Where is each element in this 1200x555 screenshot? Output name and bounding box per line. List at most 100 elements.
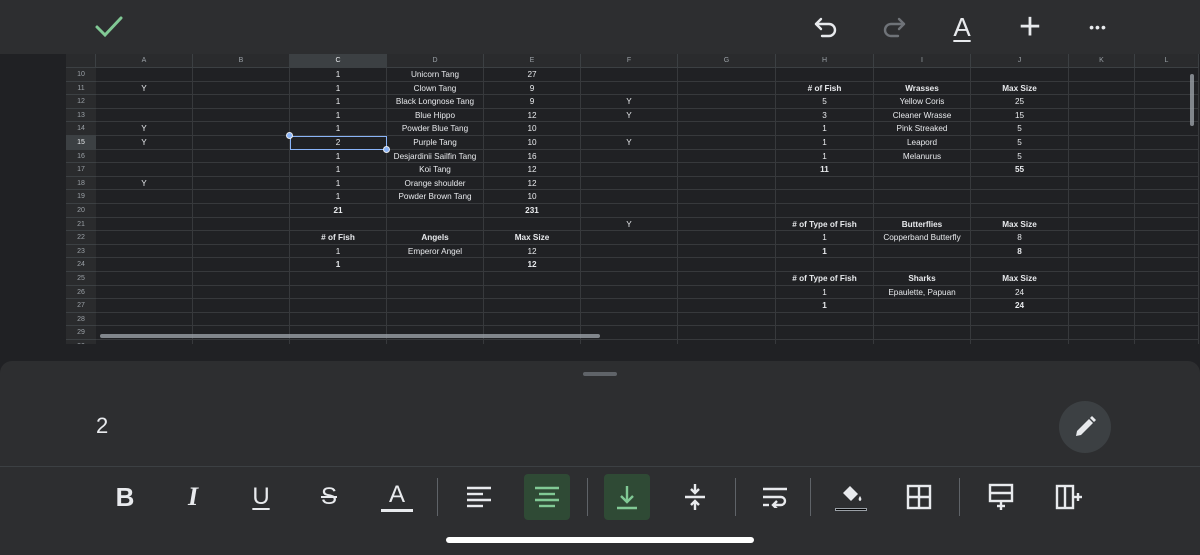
cell-e28[interactable] bbox=[484, 312, 581, 327]
cell-h25[interactable]: # of Type of Fish bbox=[776, 271, 874, 286]
cell-e11[interactable]: 9 bbox=[484, 81, 581, 96]
row-number-14[interactable]: 14 bbox=[66, 122, 96, 136]
cell-h27[interactable]: 1 bbox=[776, 299, 874, 313]
cell-i29[interactable] bbox=[874, 326, 971, 340]
cell-d16[interactable]: Desjardinii Sailfin Tang bbox=[387, 149, 484, 164]
cell-g30[interactable] bbox=[678, 339, 776, 344]
cell-g21[interactable] bbox=[678, 217, 776, 232]
cell-a22[interactable] bbox=[96, 231, 193, 245]
cell-j24[interactable] bbox=[971, 258, 1069, 272]
redo-icon[interactable] bbox=[877, 10, 911, 44]
cell-h28[interactable] bbox=[776, 312, 874, 327]
row-number-30[interactable]: 30 bbox=[66, 339, 96, 344]
cell-c28[interactable] bbox=[290, 312, 387, 327]
cell-a13[interactable] bbox=[96, 108, 193, 123]
cell-c11[interactable]: 1 bbox=[290, 81, 387, 96]
cell-e13[interactable]: 12 bbox=[484, 108, 581, 123]
cell-i11[interactable]: Wrasses bbox=[874, 81, 971, 96]
cell-c18[interactable]: 1 bbox=[290, 176, 387, 191]
cell-a19[interactable] bbox=[96, 190, 193, 204]
cell-k13[interactable] bbox=[1069, 108, 1135, 123]
cell-e27[interactable] bbox=[484, 299, 581, 313]
cell-f21[interactable]: Y bbox=[581, 217, 678, 232]
cell-e23[interactable]: 12 bbox=[484, 244, 581, 259]
cell-f24[interactable] bbox=[581, 258, 678, 272]
cell-g12[interactable] bbox=[678, 95, 776, 109]
cell-k24[interactable] bbox=[1069, 258, 1135, 272]
cell-e15[interactable]: 10 bbox=[484, 135, 581, 150]
cell-j21[interactable]: Max Size bbox=[971, 217, 1069, 232]
cell-j30[interactable] bbox=[971, 339, 1069, 344]
cell-e24[interactable]: 12 bbox=[484, 258, 581, 272]
cell-f17[interactable] bbox=[581, 163, 678, 177]
cell-g15[interactable] bbox=[678, 135, 776, 150]
row-number-15[interactable]: 15 bbox=[66, 135, 96, 150]
cell-f22[interactable] bbox=[581, 231, 678, 245]
cell-k15[interactable] bbox=[1069, 135, 1135, 150]
cell-d23[interactable]: Emperor Angel bbox=[387, 244, 484, 259]
cell-f20[interactable] bbox=[581, 203, 678, 218]
cell-b11[interactable] bbox=[193, 81, 290, 96]
cell-j10[interactable] bbox=[971, 68, 1069, 82]
cell-h26[interactable]: 1 bbox=[776, 285, 874, 300]
cell-e25[interactable] bbox=[484, 271, 581, 286]
cell-h10[interactable] bbox=[776, 68, 874, 82]
cell-a15[interactable]: Y bbox=[96, 135, 193, 150]
column-header-d[interactable]: D bbox=[387, 54, 484, 67]
cell-k23[interactable] bbox=[1069, 244, 1135, 259]
cell-d17[interactable]: Koi Tang bbox=[387, 163, 484, 177]
row-number-28[interactable]: 28 bbox=[66, 312, 96, 327]
cell-j19[interactable] bbox=[971, 190, 1069, 204]
cell-h20[interactable] bbox=[776, 203, 874, 218]
cell-a10[interactable] bbox=[96, 68, 193, 82]
column-header-a[interactable]: A bbox=[96, 54, 193, 67]
cell-b16[interactable] bbox=[193, 149, 290, 164]
cell-e16[interactable]: 16 bbox=[484, 149, 581, 164]
cell-j27[interactable]: 24 bbox=[971, 299, 1069, 313]
cell-c13[interactable]: 1 bbox=[290, 108, 387, 123]
cell-g28[interactable] bbox=[678, 312, 776, 327]
cell-d12[interactable]: Black Longnose Tang bbox=[387, 95, 484, 109]
cell-f25[interactable] bbox=[581, 271, 678, 286]
cell-i13[interactable]: Cleaner Wrasse bbox=[874, 108, 971, 123]
cell-b24[interactable] bbox=[193, 258, 290, 272]
cell-c21[interactable] bbox=[290, 217, 387, 232]
cell-b25[interactable] bbox=[193, 271, 290, 286]
cell-i28[interactable] bbox=[874, 312, 971, 327]
cell-a21[interactable] bbox=[96, 217, 193, 232]
row-number-22[interactable]: 22 bbox=[66, 231, 96, 245]
underline-button[interactable]: U bbox=[238, 474, 284, 520]
cell-l28[interactable] bbox=[1135, 312, 1199, 327]
row-number-19[interactable]: 19 bbox=[66, 190, 96, 204]
italic-button[interactable]: I bbox=[170, 474, 216, 520]
cell-c14[interactable]: 1 bbox=[290, 122, 387, 136]
cell-value-display[interactable]: 2 bbox=[96, 413, 108, 439]
cell-i22[interactable]: Copperband Butterfly bbox=[874, 231, 971, 245]
row-number-10[interactable]: 10 bbox=[66, 68, 96, 82]
column-header-h[interactable]: H bbox=[776, 54, 874, 67]
cell-i15[interactable]: Leapord bbox=[874, 135, 971, 150]
cell-e18[interactable]: 12 bbox=[484, 176, 581, 191]
cell-h18[interactable] bbox=[776, 176, 874, 191]
cell-j25[interactable]: Max Size bbox=[971, 271, 1069, 286]
horizontal-scrollbar[interactable] bbox=[100, 334, 600, 338]
cell-b15[interactable] bbox=[193, 135, 290, 150]
row-number-26[interactable]: 26 bbox=[66, 285, 96, 300]
cell-l20[interactable] bbox=[1135, 203, 1199, 218]
align-middle-icon[interactable] bbox=[672, 474, 718, 520]
cell-c15[interactable]: 2 bbox=[290, 135, 387, 150]
cell-b12[interactable] bbox=[193, 95, 290, 109]
column-header-b[interactable]: B bbox=[193, 54, 290, 67]
cell-k30[interactable] bbox=[1069, 339, 1135, 344]
cell-d22[interactable]: Angels bbox=[387, 231, 484, 245]
column-header-e[interactable]: E bbox=[484, 54, 581, 67]
cell-l24[interactable] bbox=[1135, 258, 1199, 272]
cell-g22[interactable] bbox=[678, 231, 776, 245]
cell-h12[interactable]: 5 bbox=[776, 95, 874, 109]
cell-c24[interactable]: 1 bbox=[290, 258, 387, 272]
cell-g23[interactable] bbox=[678, 244, 776, 259]
cell-f28[interactable] bbox=[581, 312, 678, 327]
cell-l30[interactable] bbox=[1135, 339, 1199, 344]
cell-g17[interactable] bbox=[678, 163, 776, 177]
cell-j20[interactable] bbox=[971, 203, 1069, 218]
